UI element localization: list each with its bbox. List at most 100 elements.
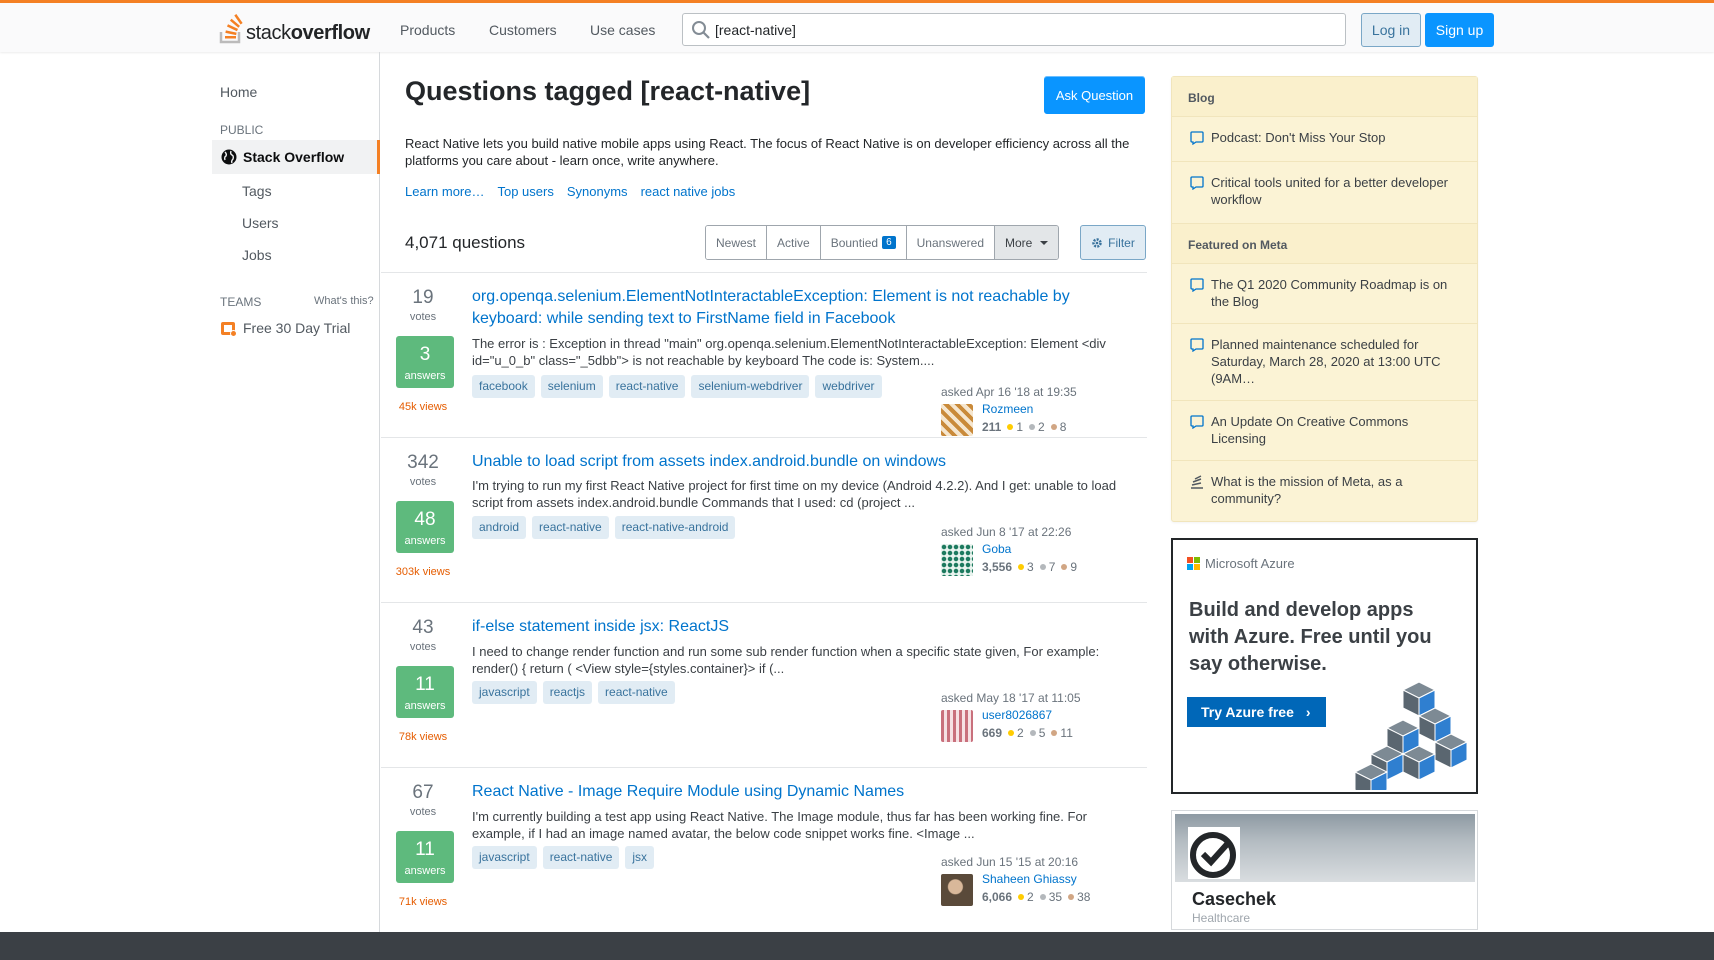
sidebar-item-stack-overflow[interactable]: Stack Overflow (212, 140, 380, 174)
user-avatar[interactable] (941, 404, 973, 436)
stack-logo-icon (219, 14, 243, 44)
filter-button[interactable]: Filter (1080, 225, 1146, 260)
sidebar-item-users[interactable]: Users (242, 215, 279, 231)
meta-item[interactable]: Planned maintenance scheduled for Saturd… (1172, 324, 1477, 401)
try-azure-label: Try Azure free (1201, 704, 1294, 720)
tag-android[interactable]: android (472, 516, 527, 539)
silver-badge-icon (1039, 894, 1046, 901)
tag-react-native[interactable]: react-native (598, 681, 675, 704)
question-title-link[interactable]: if-else statement inside jsx: ReactJS (472, 616, 1112, 638)
nav-use-cases[interactable]: Use cases (590, 22, 655, 38)
filter-more-dropdown[interactable]: More (995, 226, 1059, 259)
user-name-link[interactable]: user8026867 (982, 708, 1052, 722)
user-avatar[interactable] (941, 710, 973, 742)
question-summary: 19 votes 3 answers 45k views org.openqa.se… (381, 273, 1147, 438)
search-box[interactable] (682, 13, 1346, 46)
user-avatar[interactable] (941, 874, 973, 906)
speech-bubble-icon (1190, 131, 1204, 145)
vote-count: 43 votes (389, 617, 457, 653)
vote-count: 19 votes (389, 287, 457, 323)
ask-question-button[interactable]: Ask Question (1044, 76, 1145, 114)
question-excerpt: I'm currently building a test app using … (472, 809, 1088, 841)
sidebar-section-teams: TEAMS (220, 295, 262, 309)
tag-react-native-android[interactable]: react-native-android (614, 516, 736, 539)
tag-react-native[interactable]: react-native (608, 375, 686, 398)
vote-number: 43 (412, 617, 434, 638)
sidebar-active-label: Stack Overflow (243, 149, 345, 165)
sidebar-item-home[interactable]: Home (220, 84, 257, 100)
question-title-link[interactable]: React Native - Image Require Module usin… (472, 781, 1112, 803)
search-input[interactable] (715, 19, 1315, 40)
user-info-card: asked Apr 16 '18 at 19:35 Rozmeen 211 1 2 8 (941, 385, 1141, 436)
question-tags: javascript react-native jsx (472, 846, 655, 869)
meta-header: Featured on Meta (1172, 224, 1477, 264)
filter-unanswered[interactable]: Unanswered (906, 226, 996, 259)
answer-number: 3 (419, 344, 431, 365)
react-native-jobs-link[interactable]: react native jobs (641, 184, 736, 199)
sidebar-item-tags[interactable]: Tags (242, 183, 272, 199)
teams-whats-this-link[interactable]: What's this? (314, 295, 374, 307)
casechek-ad[interactable]: Casechek Healthcare (1171, 810, 1478, 930)
filter-active[interactable]: Active (767, 226, 821, 259)
login-button[interactable]: Log in (1361, 13, 1421, 47)
tag-javascript[interactable]: javascript (472, 846, 537, 869)
view-count: 71k views (398, 896, 448, 908)
tag-facebook[interactable]: facebook (472, 375, 535, 398)
gold-badge-icon (1008, 730, 1015, 737)
vote-number: 67 (412, 782, 434, 803)
answer-count: 11 answers (396, 666, 454, 718)
chevron-right-icon: › (1305, 704, 1311, 720)
vote-label: votes (409, 641, 437, 653)
sidebar-section-public: PUBLIC (220, 123, 264, 137)
question-excerpt: I'm trying to run my first React Native … (472, 478, 1117, 510)
user-reputation: 6,066 2 35 38 (982, 890, 1090, 904)
filter-newest[interactable]: Newest (706, 226, 768, 259)
blog-item[interactable]: Podcast: Don't Miss Your Stop (1172, 117, 1477, 162)
user-name-link[interactable]: Rozmeen (982, 402, 1033, 416)
tag-react-native[interactable]: react-native (532, 516, 609, 539)
tag-reactjs[interactable]: reactjs (542, 681, 593, 704)
learn-more-link[interactable]: Learn more… (405, 184, 484, 199)
meta-item[interactable]: An Update On Creative Commons Licensing (1172, 401, 1477, 461)
user-name-link[interactable]: Shaheen Ghiassy (982, 872, 1077, 886)
logo-wordmark: stackoverflow (246, 22, 370, 44)
top-users-link[interactable]: Top users (497, 184, 553, 199)
gold-badge-icon (1018, 564, 1025, 571)
question-list: 19 votes 3 answers 45k views org.openqa.se… (381, 272, 1147, 933)
tag-links: Learn more… Top users Synonyms react nat… (405, 184, 735, 199)
tag-react-native[interactable]: react-native (542, 846, 620, 869)
azure-ad[interactable]: Microsoft Azure Build and develop apps w… (1171, 538, 1478, 794)
try-azure-button[interactable]: Try Azure free › (1187, 697, 1326, 727)
tag-webdriver[interactable]: webdriver (815, 375, 882, 398)
stackoverflow-logo[interactable]: stackoverflow (219, 12, 370, 44)
tag-jsx[interactable]: jsx (625, 846, 655, 869)
user-name-link[interactable]: Goba (982, 542, 1011, 556)
filter-button-label: Filter (1108, 235, 1135, 250)
sort-filter-group: Newest Active Bountied 6 Unanswered More (705, 225, 1060, 260)
bronze-badge-icon (1061, 564, 1068, 571)
reputation-score: 6,066 (982, 890, 1013, 904)
meta-item-text: What is the mission of Meta, as a commun… (1211, 474, 1403, 506)
filter-bountied[interactable]: Bountied 6 (820, 226, 907, 259)
meta-item[interactable]: What is the mission of Meta, as a commun… (1172, 461, 1477, 521)
blog-item[interactable]: Critical tools united for a better devel… (1172, 162, 1477, 224)
signup-button[interactable]: Sign up (1425, 13, 1494, 47)
synonyms-link[interactable]: Synonyms (567, 184, 628, 199)
tag-javascript[interactable]: javascript (472, 681, 537, 704)
nav-products[interactable]: Products (400, 22, 455, 38)
meta-item[interactable]: The Q1 2020 Community Roadmap is on the … (1172, 264, 1477, 324)
sidebar-item-jobs[interactable]: Jobs (242, 247, 272, 263)
user-reputation: 669 2 5 11 (982, 726, 1073, 740)
question-title-link[interactable]: Unable to load script from assets index.… (472, 451, 1112, 473)
question-summary: 342 votes 48 answers 303k views Unable to … (381, 438, 1147, 603)
tag-selenium[interactable]: selenium (540, 375, 603, 398)
question-title-link[interactable]: org.openqa.selenium.ElementNotInteractab… (472, 286, 1112, 330)
speech-bubble-icon (1190, 415, 1204, 429)
gold-badge-icon (1018, 894, 1025, 901)
sidebar-item-free-trial[interactable]: Free 30 Day Trial (243, 320, 350, 336)
user-avatar[interactable] (941, 544, 973, 576)
answer-label: answers (404, 370, 446, 382)
tag-selenium-webdriver[interactable]: selenium-webdriver (691, 375, 810, 398)
nav-customers[interactable]: Customers (489, 22, 557, 38)
filter-active-label: Active (777, 235, 810, 250)
